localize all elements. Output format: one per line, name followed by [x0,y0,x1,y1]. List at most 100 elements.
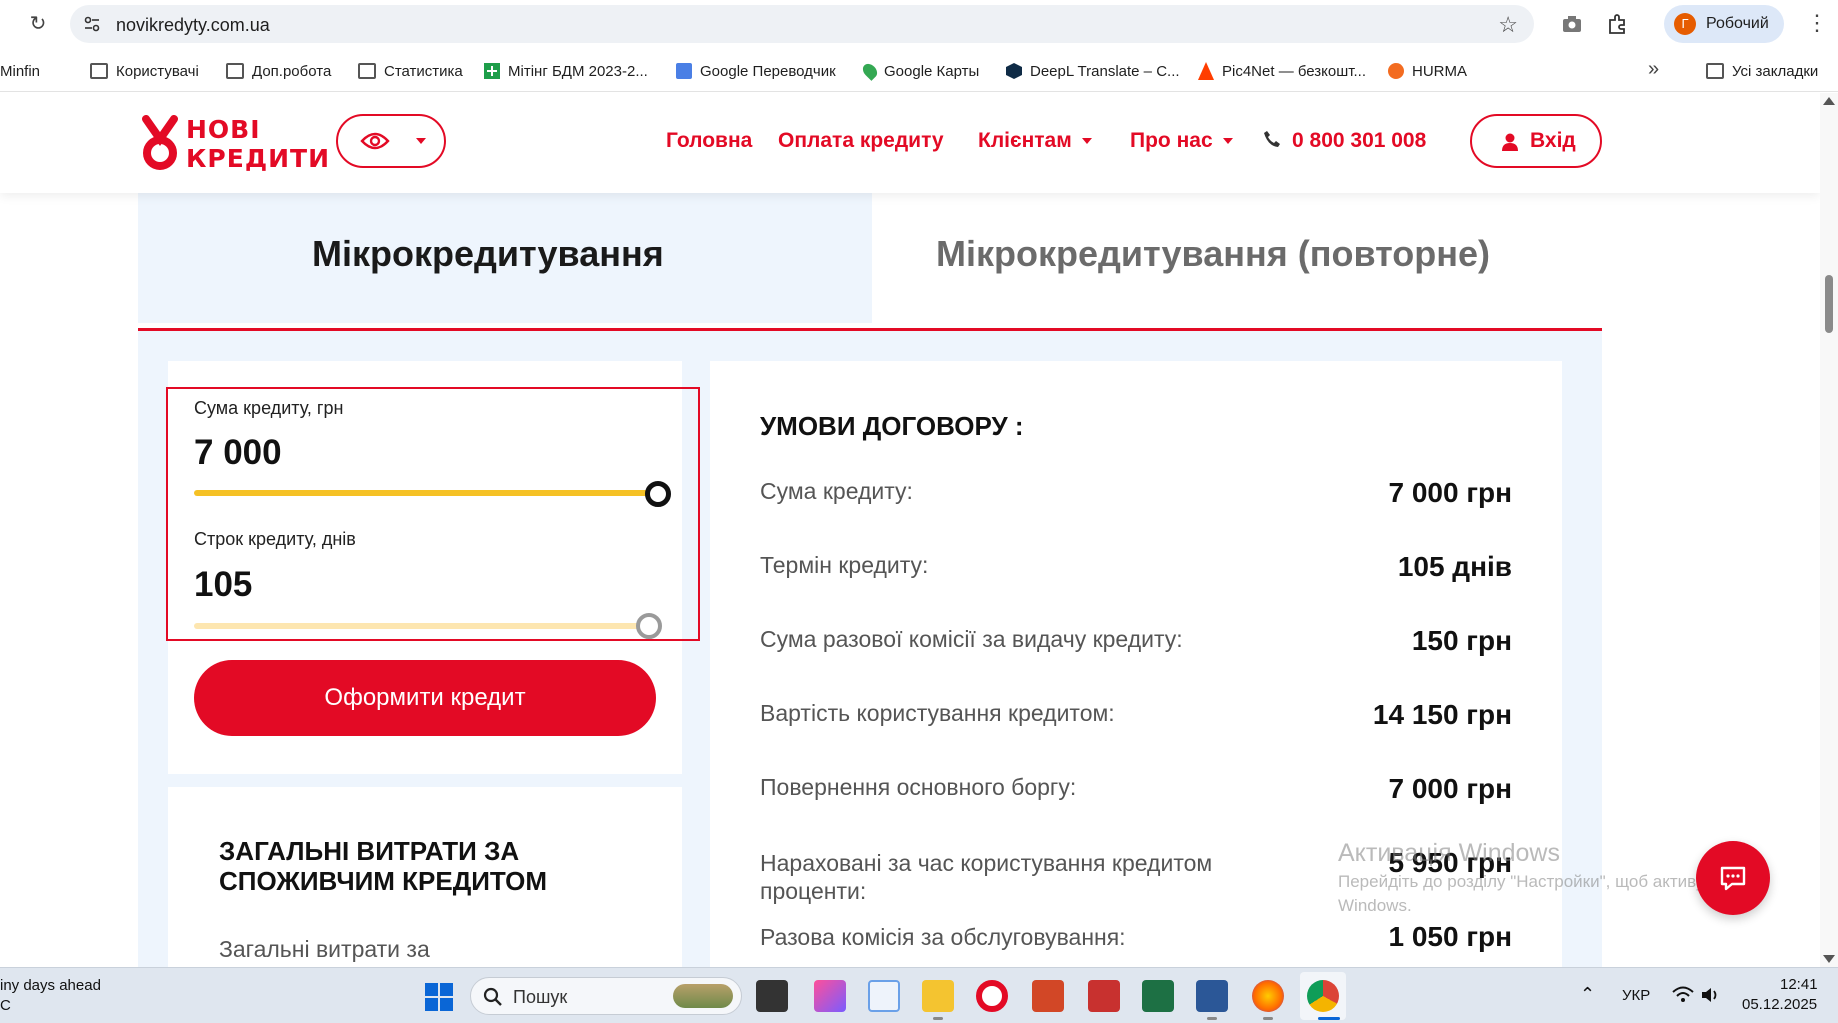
login-button[interactable]: Вхід [1470,114,1602,168]
reload-icon[interactable]: ↻ [26,12,50,36]
word-icon[interactable] [1196,980,1228,1012]
windows-start-icon[interactable] [424,982,454,1012]
expenses-title: ЗАГАЛЬНІ ВИТРАТИ ЗА СПОЖИВЧИМ КРЕДИТОМ [219,836,548,896]
nav-pay-credit[interactable]: Оплата кредиту [778,129,944,153]
bookmark-label: Google Переводчик [700,62,836,80]
nav-home[interactable]: Головна [666,129,752,153]
clock-date[interactable]: 05.12.2025 [1742,996,1817,1013]
bookmark-label: Google Карты [884,62,980,80]
nav-clients[interactable]: Клієнтам [978,129,1092,153]
camera-icon[interactable] [1560,12,1584,36]
copilot-icon[interactable] [814,980,846,1012]
phone-icon [1264,131,1280,147]
term-row-value: 14 150 грн [1372,699,1512,730]
term-row-value: 1 050 грн [1388,921,1512,952]
folder-icon [358,63,376,79]
firefox-icon[interactable] [1252,980,1284,1012]
nav-about[interactable]: Про нас [1130,129,1233,153]
browser-toolbar: ↻ novikredyty.com.ua ☆ Г Робочий ⋮ [0,0,1838,48]
windows-activation-title: Активація Windows [1338,839,1560,867]
address-bar[interactable]: novikredyty.com.ua ☆ [70,5,1534,43]
acrobat-icon[interactable] [1088,980,1120,1012]
bookmark-minfin[interactable]: Minfin [0,60,40,82]
bookmark-extra-work[interactable]: Доп.робота [226,60,331,82]
chrome-icon[interactable] [1307,980,1339,1012]
scroll-up-icon[interactable] [1823,97,1835,105]
weather-text: iny days ahead [0,977,101,994]
bookmark-label: Minfin [0,62,41,80]
file-explorer-icon[interactable] [922,980,954,1012]
scroll-down-icon[interactable] [1823,955,1835,963]
tray-expand-icon[interactable]: ⌃ [1580,984,1595,1005]
chevron-down-icon [416,138,426,144]
volume-icon[interactable] [1700,986,1720,1004]
powerpoint-icon[interactable] [1032,980,1064,1012]
language-indicator[interactable]: УКР [1622,987,1650,1004]
bookmark-hurma[interactable]: HURMA [1388,60,1467,82]
windows-taskbar: iny days ahead C Пошук ⌃ УКР 12:41 05.12… [0,967,1838,1023]
task-view-icon[interactable] [756,980,788,1012]
term-row-value: 7 000 грн [1388,477,1512,508]
deepl-icon [1006,63,1022,79]
extensions-icon[interactable] [1606,12,1630,36]
search-icon [483,987,502,1006]
amount-label: Сума кредиту, грн [194,398,344,418]
eye-icon [360,132,390,150]
amount-slider[interactable] [194,490,658,496]
logo-text: НОВІ КРЕДИТИ [186,115,330,173]
bookmark-deepl[interactable]: DeepL Translate – C... [1006,60,1180,82]
url-text[interactable]: novikredyty.com.ua [116,15,270,36]
app-running-indicator [933,1017,943,1020]
bookmark-statistics[interactable]: Статистика [358,60,463,82]
maps-icon [860,61,880,81]
bookmark-label: Користувачі [116,62,199,80]
weather-widget[interactable]: iny days ahead C [0,976,101,1016]
all-bookmarks[interactable]: Усі закладки [1706,60,1818,82]
phone-number: 0 800 301 008 [1292,129,1427,152]
term-row-value: 150 грн [1411,625,1512,656]
amount-slider-handle[interactable] [645,481,671,507]
folder-icon [226,63,244,79]
bookmark-label: DeepL Translate – C... [1030,62,1180,80]
page-scrollbar[interactable] [1820,93,1838,967]
pic4net-icon [1198,62,1214,80]
tab-microcredit-repeat-label[interactable]: Мікрокредитування (повторне) [936,233,1490,275]
taskbar-search[interactable]: Пошук [470,977,742,1015]
folder-icon [1706,63,1724,79]
bookmark-meeting[interactable]: Мітінг БДМ 2023-2... [484,60,648,82]
opera-icon[interactable] [976,980,1008,1012]
bookmark-star-icon[interactable]: ☆ [1498,12,1518,38]
term-label: Строк кредиту, днів [194,529,356,549]
site-settings-icon[interactable] [82,14,102,34]
term-row-label: Сума кредиту: [760,478,913,504]
term-row-label: Вартість користування кредитом: [760,700,1115,726]
bookmark-pic4net[interactable]: Pic4Net — безкошт... [1198,60,1366,82]
term-row-label: Нараховані за час користування кредитом … [760,850,1213,904]
bookmark-label: Мітінг БДМ 2023-2... [508,62,648,80]
term-slider[interactable] [194,623,650,629]
snipping-tool-icon[interactable] [868,980,900,1012]
wifi-icon[interactable] [1672,986,1694,1004]
bookmark-users[interactable]: Користувачі [90,60,199,82]
clock-time[interactable]: 12:41 [1780,976,1818,993]
apply-credit-button[interactable]: Оформити кредит [194,660,656,736]
terms-title: УМОВИ ДОГОВОРУ : [760,411,1024,441]
profile-button[interactable]: Г Робочий [1664,5,1784,43]
excel-icon[interactable] [1142,980,1174,1012]
term-row-label: Повернення основного боргу: [760,774,1077,800]
amount-value: 7 000 [194,433,282,472]
chat-button[interactable] [1696,841,1770,915]
accessibility-button[interactable] [336,114,446,168]
site-logo[interactable]: НОВІ КРЕДИТИ [138,111,330,173]
menu-kebab-icon[interactable]: ⋮ [1806,10,1828,36]
term-row-value: 7 000 грн [1388,773,1512,804]
bookmark-google-maps[interactable]: Google Карты [860,60,980,82]
more-bookmarks-icon[interactable]: » [1648,58,1659,81]
tab-microcredit-label[interactable]: Мікрокредитування [312,233,664,275]
scrollbar-thumb[interactable] [1825,275,1833,333]
term-slider-handle[interactable] [636,613,662,639]
phone-link[interactable]: 0 800 301 008 [1262,129,1426,153]
nav-about-label: Про нас [1130,129,1213,152]
bookmarks-bar: Minfin Користувачі Доп.робота Статистика… [0,48,1838,92]
bookmark-google-translate[interactable]: Google Переводчик [676,60,836,82]
